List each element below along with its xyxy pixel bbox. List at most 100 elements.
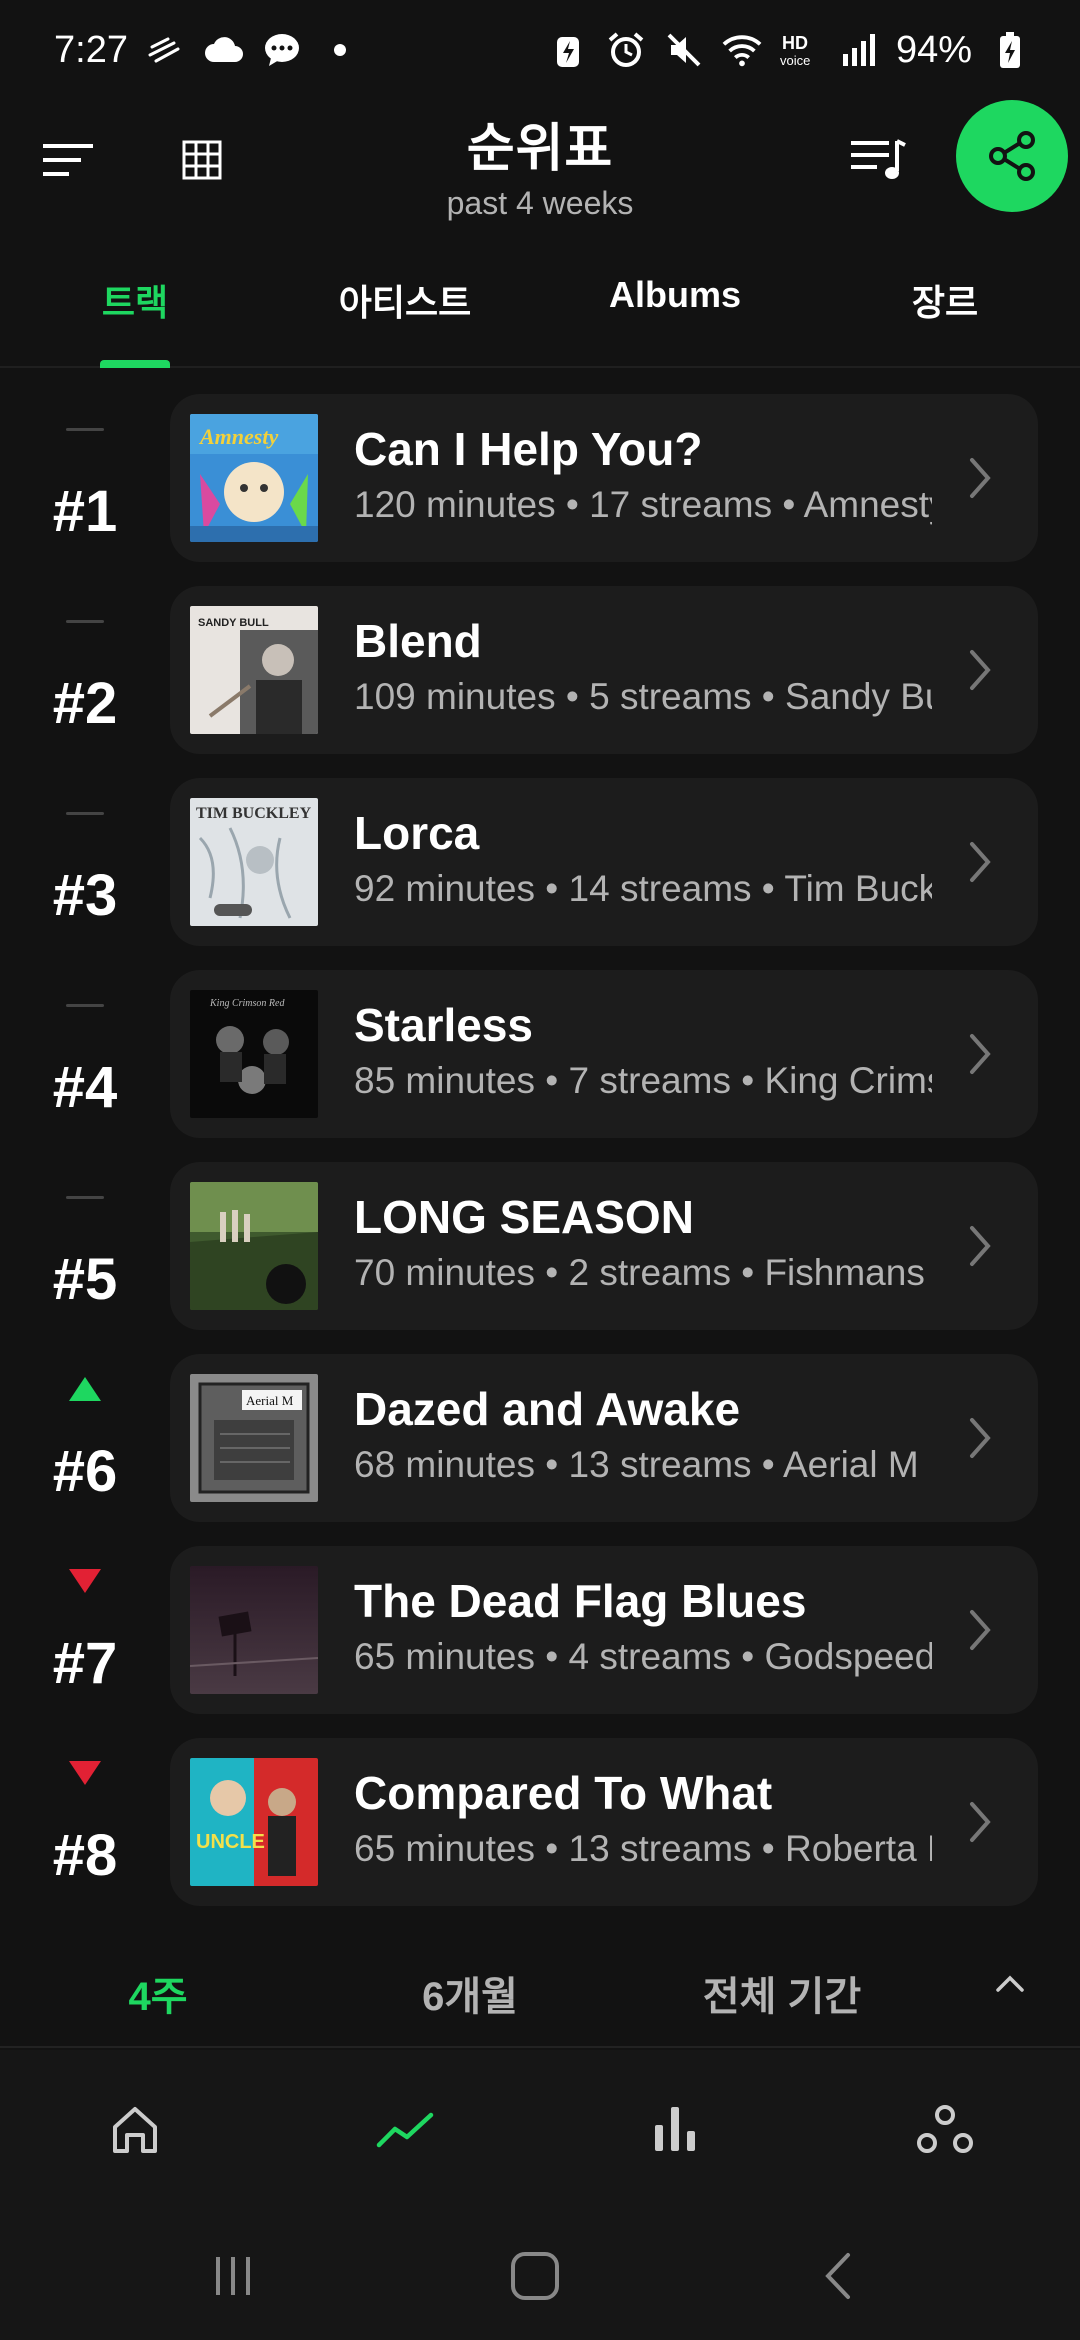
nav-stats[interactable]	[640, 2094, 710, 2164]
track-card[interactable]: Amnesty Can I Help You? 120 minutes • 17…	[170, 394, 1038, 562]
nav-charts[interactable]	[370, 2094, 440, 2164]
track-card[interactable]: TIM BUCKLEY Lorca 92 minutes • 14 stream…	[170, 778, 1038, 946]
nav-social[interactable]	[910, 2094, 980, 2164]
back-button[interactable]	[803, 2246, 873, 2306]
recent-apps-button[interactable]	[198, 2246, 268, 2306]
track-title: Compared To What	[354, 1767, 773, 1819]
chevron-right-icon	[970, 1034, 991, 1074]
album-cover: TIM BUCKLEY	[190, 798, 318, 926]
track-meta: 85 minutes • 7 streams • King Crimson	[354, 1060, 932, 1101]
rank-column: #2	[20, 586, 150, 758]
status-bar: 7:27 HD voice 94%	[0, 0, 1080, 100]
battery-saver-icon	[548, 30, 588, 70]
share-button[interactable]	[956, 100, 1068, 212]
recent-apps-icon	[216, 2257, 250, 2295]
svg-text:TIM BUCKLEY: TIM BUCKLEY	[196, 805, 312, 822]
trend-down-icon	[20, 1758, 150, 1788]
chevron-right-icon	[970, 842, 991, 882]
track-meta: 120 minutes • 17 streams • Amnesty	[354, 484, 932, 525]
album-cover: King Crimson Red	[190, 990, 318, 1118]
home-icon	[113, 2107, 157, 2153]
svg-text:King Crimson Red: King Crimson Red	[209, 998, 285, 1009]
list-item: #2 SANDY BULL Blend 109 minutes • 5 stre…	[0, 586, 1080, 758]
album-cover	[190, 1182, 318, 1310]
track-card[interactable]: King Crimson Red Starless 85 minutes • 7…	[170, 970, 1038, 1138]
track-title: The Dead Flag Blues	[354, 1575, 807, 1627]
period-4-weeks[interactable]: 4주	[128, 1964, 187, 2022]
track-meta: 70 minutes • 2 streams • Fishmans	[354, 1252, 925, 1293]
status-time: 7:27	[54, 28, 128, 71]
share-icon	[989, 131, 1035, 181]
rank-column: #5	[20, 1162, 150, 1334]
svg-text:UNCLE: UNCLE	[196, 1831, 265, 1853]
tab-genres[interactable]: 장르	[912, 274, 978, 326]
track-card[interactable]: UNCLE Compared To What 65 minutes • 13 s…	[170, 1738, 1038, 1906]
album-cover: SANDY BULL	[190, 606, 318, 734]
period-6-months[interactable]: 6개월	[422, 1964, 518, 2022]
battery-icon	[990, 30, 1030, 70]
tab-artists[interactable]: 아티스트	[339, 274, 471, 326]
rank-number: #6	[52, 1439, 118, 1504]
svg-text:Aerial M: Aerial M	[246, 1393, 294, 1408]
signal-icon	[838, 30, 878, 70]
tab-albums[interactable]: Albums	[609, 274, 741, 316]
mute-icon	[664, 30, 704, 70]
list-item: #1 Amnesty Can I Help You? 120 minutes •	[0, 394, 1080, 566]
album-cover: Aerial M	[190, 1374, 318, 1502]
rank-number: #5	[52, 1247, 118, 1312]
album-cover: UNCLE	[190, 1758, 318, 1886]
rank-column: #6	[20, 1354, 150, 1526]
battery-percent: 94%	[895, 28, 972, 71]
list-item: #5 LONG SEASON 70 minutes • 2 streams • …	[0, 1162, 1080, 1334]
track-card[interactable]: LONG SEASON 70 minutes • 2 streams • Fis…	[170, 1162, 1038, 1330]
home-system-button[interactable]	[500, 2246, 570, 2306]
rank-number: #2	[52, 671, 118, 736]
track-meta: 68 minutes • 13 streams • Aerial M	[354, 1444, 919, 1485]
period-all-time[interactable]: 전체 기간	[703, 1964, 861, 2022]
playlist-button[interactable]	[818, 100, 938, 220]
hd-voice-icon: HD voice	[780, 30, 820, 70]
nav-home[interactable]	[100, 2094, 170, 2164]
rank-column: #8	[20, 1738, 150, 1910]
rank-column: #4	[20, 970, 150, 1142]
cloud-icon	[204, 30, 244, 70]
track-card[interactable]: SANDY BULL Blend 109 minutes • 5 streams…	[170, 586, 1038, 754]
stats-icon	[655, 2107, 695, 2151]
app-root: 7:27 HD voice 94% 순위표 past 4 weeks 트랙 아티…	[0, 0, 1080, 2340]
track-title: Starless	[354, 999, 534, 1051]
rank-number: #1	[52, 479, 118, 544]
track-title: Can I Help You?	[354, 423, 703, 475]
album-cover: Amnesty	[190, 414, 318, 542]
trend-up-icon	[20, 1374, 150, 1404]
svg-text:Amnesty: Amnesty	[198, 424, 278, 449]
chevron-right-icon	[970, 1226, 991, 1266]
rank-number: #8	[52, 1823, 118, 1888]
tab-tracks[interactable]: 트랙	[102, 274, 168, 326]
header: 순위표 past 4 weeks	[0, 100, 1080, 240]
svg-text:HD: HD	[782, 33, 808, 53]
trend-icon	[376, 2112, 434, 2148]
period-selector: 4주 6개월 전체 기간	[0, 1926, 1080, 2048]
chevron-right-icon	[970, 650, 991, 690]
chevron-right-icon	[970, 1610, 991, 1650]
list-item: #8 UNCLE Compared To What 65 minutes • 1…	[0, 1738, 1080, 1910]
track-title: Blend	[354, 615, 482, 667]
tab-indicator	[100, 360, 170, 368]
track-card[interactable]: The Dead Flag Blues 65 minutes • 4 strea…	[170, 1546, 1038, 1714]
rank-number: #7	[52, 1631, 118, 1696]
rank-column: #3	[20, 778, 150, 950]
track-title: Dazed and Awake	[354, 1383, 741, 1435]
track-meta: 65 minutes • 4 streams • Godspeed You! B…	[354, 1636, 932, 1677]
trend-same-icon	[20, 414, 150, 444]
wind-icon	[146, 30, 186, 70]
svg-text:SANDY BULL: SANDY BULL	[198, 617, 269, 629]
track-title: Lorca	[354, 807, 480, 859]
track-title: LONG SEASON	[354, 1191, 694, 1243]
track-card[interactable]: Aerial M Dazed and Awake 68 minutes • 13…	[170, 1354, 1038, 1522]
system-nav	[0, 2200, 1080, 2340]
album-cover	[190, 1566, 318, 1694]
alarm-icon	[606, 30, 646, 70]
rank-column: #7	[20, 1546, 150, 1718]
chevron-up-icon[interactable]	[990, 1964, 1030, 2004]
chevron-right-icon	[970, 1418, 991, 1458]
